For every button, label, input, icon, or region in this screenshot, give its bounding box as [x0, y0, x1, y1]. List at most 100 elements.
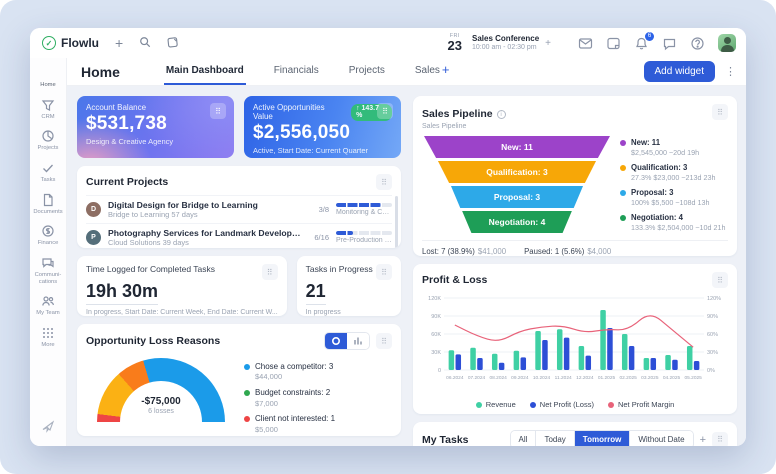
- svg-text:0%: 0%: [707, 368, 715, 374]
- task-filter-without-date[interactable]: Without Date: [630, 431, 692, 446]
- sidebar-item-more[interactable]: More: [31, 322, 65, 354]
- bar-revenue[interactable]: [665, 355, 671, 370]
- flowlu-logo[interactable]: ✓ Flowlu: [42, 36, 99, 50]
- notes-icon[interactable]: [606, 36, 621, 51]
- sidebar-item-communications[interactable]: Communi- cations: [31, 252, 65, 290]
- loss-legend-item[interactable]: Chose a competitor: 3$44,000: [244, 362, 392, 382]
- bar-net-profit-loss-[interactable]: [477, 358, 483, 370]
- funnel-stage[interactable]: Qualification: 3: [424, 161, 610, 183]
- bar-net-profit-loss-[interactable]: [542, 340, 548, 370]
- pipeline-legend-item[interactable]: Qualification: 327.3% $23,000 ~213d 23h: [620, 163, 728, 182]
- bar-net-profit-loss-[interactable]: [456, 354, 462, 370]
- funnel-stage[interactable]: New: 11: [424, 136, 610, 158]
- drag-handle-icon[interactable]: [377, 103, 393, 119]
- pipeline-legend-item[interactable]: Negotiation: 4133.3% $2,504,000 ~10d 21h: [620, 213, 728, 232]
- bar-revenue[interactable]: [622, 334, 628, 370]
- bar-net-profit-loss-[interactable]: [651, 358, 657, 370]
- pipeline-legend-item[interactable]: New: 11$2,545,000 ~20d 19h: [620, 138, 728, 157]
- drag-handle-icon[interactable]: [210, 103, 226, 119]
- loss-legend-item[interactable]: Budget constraints: 2$7,000: [244, 388, 392, 408]
- sidebar-item-crm[interactable]: CRM: [31, 94, 65, 126]
- mail-icon[interactable]: [578, 36, 593, 51]
- create-new-icon[interactable]: +: [115, 36, 123, 50]
- drag-handle-icon[interactable]: [376, 264, 392, 280]
- chart-legend-item[interactable]: Net Profit Margin: [608, 400, 674, 409]
- sidebar-item-home[interactable]: Home: [31, 62, 65, 94]
- legend-dot: [476, 402, 482, 408]
- bar-revenue[interactable]: [687, 346, 693, 370]
- page-menu-icon[interactable]: ⋮: [725, 65, 736, 78]
- add-widget-button[interactable]: Add widget: [644, 61, 715, 82]
- svg-text:30K: 30K: [431, 350, 441, 356]
- time-logged-sub: In progress, Start Date: Current Week, E…: [86, 309, 278, 316]
- bar-net-profit-loss-[interactable]: [499, 363, 505, 370]
- time-logged-value[interactable]: 19h 30m: [86, 281, 158, 305]
- sidebar-item-my-team[interactable]: My Team: [31, 290, 65, 322]
- sidebar-item-tasks[interactable]: Tasks: [31, 157, 65, 189]
- user-avatar[interactable]: [718, 34, 736, 52]
- drag-handle-icon[interactable]: [376, 174, 392, 190]
- sidebar-item-finance[interactable]: Finance: [31, 220, 65, 252]
- flowlu-logo-text: Flowlu: [61, 36, 99, 50]
- bar-revenue[interactable]: [535, 331, 541, 370]
- tab-sales[interactable]: Sales: [413, 57, 442, 85]
- drag-handle-icon[interactable]: [712, 432, 728, 447]
- bar-revenue[interactable]: [579, 346, 585, 370]
- bar-revenue[interactable]: [514, 351, 520, 370]
- agenda-event[interactable]: Sales Conference 10:00 am - 02:30 pm: [472, 34, 539, 53]
- bar-revenue[interactable]: [644, 358, 650, 370]
- sidebar-nav: HomeCRMProjectsTasksDocumentsFinanceComm…: [30, 58, 67, 446]
- bar-net-profit-loss-[interactable]: [694, 361, 700, 370]
- add-tab-icon[interactable]: +: [442, 62, 450, 82]
- sidebar-item-documents[interactable]: Documents: [31, 189, 65, 221]
- help-icon[interactable]: [690, 36, 705, 51]
- bar-revenue[interactable]: [557, 329, 563, 370]
- bar-view-button[interactable]: [347, 333, 369, 349]
- bar-net-profit-loss-[interactable]: [521, 357, 527, 370]
- bar-revenue[interactable]: [492, 354, 498, 370]
- add-event-icon[interactable]: +: [545, 38, 551, 49]
- tab-financials[interactable]: Financials: [272, 57, 321, 85]
- info-icon[interactable]: i: [497, 110, 506, 119]
- messenger-icon[interactable]: [662, 36, 677, 51]
- drag-handle-icon[interactable]: [712, 272, 728, 288]
- drag-handle-icon[interactable]: [262, 264, 278, 280]
- opportunities-value-card[interactable]: Active Opportunities Value ↑ 143.7 % $2,…: [244, 96, 401, 158]
- tab-projects[interactable]: Projects: [347, 57, 387, 85]
- tasks-in-progress-value[interactable]: 21: [306, 281, 326, 305]
- bar-net-profit-loss-[interactable]: [564, 338, 570, 370]
- chart-legend-item[interactable]: Revenue: [476, 400, 516, 409]
- loss-legend-item[interactable]: Client not interested: 1$5,000: [244, 414, 392, 434]
- bar-net-profit-loss-[interactable]: [672, 360, 678, 370]
- donut-view-button[interactable]: [325, 333, 347, 349]
- funnel-stage[interactable]: Proposal: 3: [424, 186, 610, 208]
- projects-scrollbar[interactable]: [395, 196, 398, 248]
- bar-net-profit-loss-[interactable]: [607, 328, 613, 370]
- calendar-date[interactable]: Fri 23: [448, 34, 462, 53]
- sales-pipeline-subtitle: Sales Pipeline: [422, 123, 506, 130]
- drag-handle-icon[interactable]: [712, 104, 728, 120]
- drag-handle-icon[interactable]: [376, 333, 392, 349]
- dashboard-tabs: Main Dashboard Financials Projects Sales: [164, 58, 442, 85]
- chart-legend-item[interactable]: Net Profit (Loss): [530, 400, 594, 409]
- bar-revenue[interactable]: [449, 350, 455, 370]
- tab-main-dashboard[interactable]: Main Dashboard: [164, 57, 246, 85]
- task-filter-all[interactable]: All: [511, 431, 537, 446]
- bar-net-profit-loss-[interactable]: [629, 346, 635, 370]
- account-balance-card[interactable]: Account Balance $531,738 Design & Creati…: [77, 96, 234, 158]
- bar-net-profit-loss-[interactable]: [586, 356, 592, 370]
- bar-revenue[interactable]: [470, 348, 476, 370]
- assistant-bird-icon[interactable]: [41, 419, 55, 438]
- bar-revenue[interactable]: [600, 310, 606, 370]
- search-icon[interactable]: [139, 36, 151, 50]
- project-row[interactable]: DDigital Design for Bridge to LearningBr…: [86, 195, 392, 223]
- funnel-stage[interactable]: Negotiation: 4: [424, 211, 610, 233]
- project-row[interactable]: PPhotography Services for Landmark Devel…: [86, 223, 392, 248]
- add-task-icon[interactable]: +: [700, 434, 706, 446]
- notifications-bell-icon[interactable]: 6: [634, 36, 649, 51]
- task-filter-tomorrow[interactable]: Tomorrow: [575, 431, 631, 446]
- compose-note-icon[interactable]: [167, 36, 179, 50]
- pipeline-legend-item[interactable]: Proposal: 3100% $5,500 ~108d 13h: [620, 188, 728, 207]
- task-filter-today[interactable]: Today: [536, 431, 574, 446]
- sidebar-item-projects[interactable]: Projects: [31, 125, 65, 157]
